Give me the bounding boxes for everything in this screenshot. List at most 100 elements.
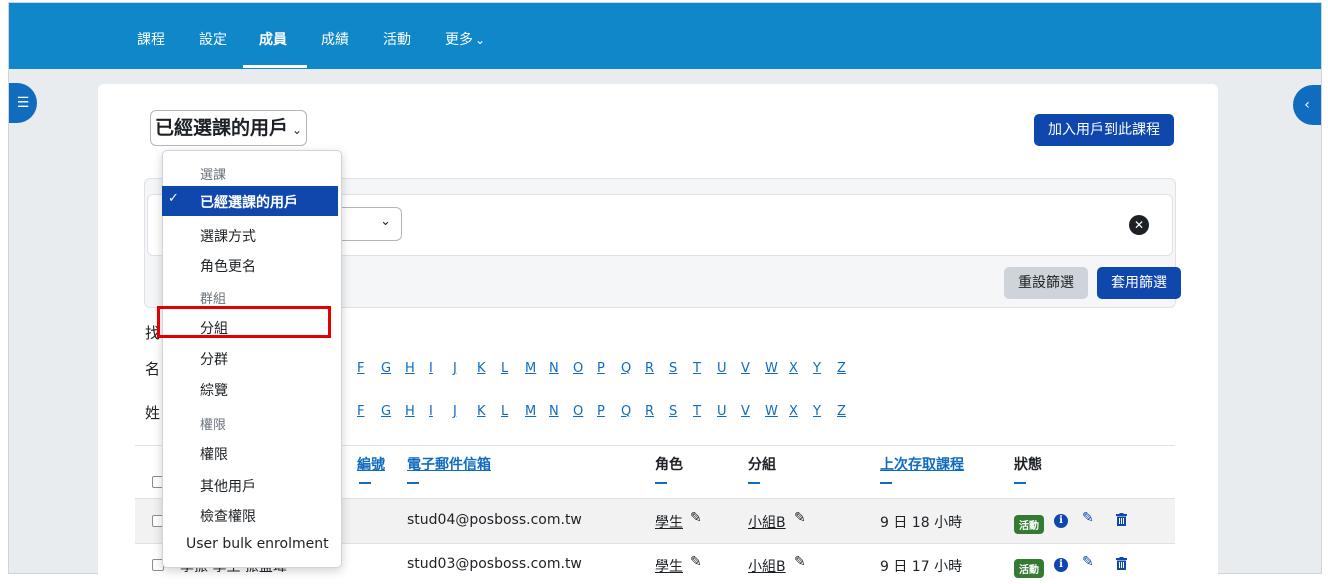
lastname-letter-o[interactable]: O — [573, 404, 583, 419]
lastname-letter-i[interactable]: I — [429, 404, 433, 419]
row-role[interactable]: 學生 — [655, 556, 683, 576]
column-collapse-role[interactable] — [655, 482, 667, 484]
firstname-letter-o[interactable]: O — [573, 361, 583, 376]
dropdown-item-enrolled-users[interactable]: ✓ 已經選課的用戶 — [162, 186, 338, 216]
dropdown-item-check-permissions[interactable]: 檢查權限 — [200, 506, 256, 526]
lastname-letter-k[interactable]: K — [477, 404, 486, 419]
page-select-value: 已經選課的用戶 — [155, 117, 289, 139]
course-index-toggle[interactable]: ☰ — [9, 83, 37, 123]
column-collapse-lastaccess[interactable] — [880, 482, 892, 484]
lastname-letter-h[interactable]: H — [405, 404, 415, 419]
lastname-letter-z[interactable]: Z — [837, 404, 846, 419]
column-collapse-status[interactable] — [1014, 482, 1026, 484]
tab-more-label: 更多 — [445, 32, 473, 48]
remove-filter-icon[interactable]: ✕ — [1129, 215, 1149, 235]
tab-grades[interactable]: 成績 — [321, 29, 349, 49]
lastname-letter-w[interactable]: W — [765, 404, 778, 419]
dropdown-section-enrolments: 選課 — [200, 168, 227, 183]
row-email: stud04@posboss.com.tw — [407, 512, 582, 528]
secondary-navigation: 課程 設定 成員 成績 活動 更多 ⌄ — [9, 3, 1321, 69]
dropdown-item-enrolment-methods[interactable]: 選課方式 — [200, 226, 256, 246]
column-collapse-email[interactable] — [407, 482, 419, 484]
dropdown-item-permissions[interactable]: 權限 — [200, 444, 228, 464]
firstname-letter-k[interactable]: K — [477, 361, 486, 376]
lastname-letter-x[interactable]: X — [789, 404, 798, 419]
lastname-letter-q[interactable]: Q — [621, 404, 631, 419]
dropdown-item-user-bulk-enrolment[interactable]: User bulk enrolment — [186, 536, 329, 552]
row-lastaccess: 9 日 17 小時 — [880, 559, 963, 575]
edit-group-icon[interactable]: ✎ — [794, 510, 806, 526]
lastname-letter-g[interactable]: G — [381, 404, 391, 419]
edit-group-icon[interactable]: ✎ — [794, 554, 806, 570]
firstname-letter-g[interactable]: G — [381, 361, 391, 376]
lastname-letter-j[interactable]: J — [453, 404, 457, 419]
row-email: stud03@posboss.com.tw — [407, 556, 582, 572]
info-icon[interactable]: i — [1054, 558, 1068, 572]
row-group[interactable]: 小組B — [748, 512, 786, 532]
tab-more[interactable]: 更多 ⌄ — [445, 29, 485, 49]
lastname-initial-label: 姓 — [145, 404, 161, 422]
edit-enrolment-icon[interactable]: ✎ — [1082, 554, 1094, 570]
firstname-letter-h[interactable]: H — [405, 361, 415, 376]
column-header-lastaccess[interactable]: 上次存取課程 — [880, 454, 964, 474]
column-header-email[interactable]: 電子郵件信箱 — [407, 454, 491, 474]
firstname-letter-w[interactable]: W — [765, 361, 778, 376]
trash-icon[interactable] — [1116, 513, 1127, 526]
dropdown-section-permissions: 權限 — [200, 418, 227, 433]
dropdown-item-role-renaming[interactable]: 角色更名 — [200, 256, 256, 276]
enrol-users-button[interactable]: 加入用戶到此課程 — [1034, 114, 1174, 146]
dropdown-item-groupings[interactable]: 分群 — [200, 349, 228, 369]
chevron-left-icon: ‹ — [1304, 97, 1310, 113]
lastname-letter-n[interactable]: N — [549, 404, 559, 419]
tab-activities[interactable]: 活動 — [383, 29, 411, 49]
lastname-letter-v[interactable]: V — [741, 404, 750, 419]
lastname-letter-l[interactable]: L — [501, 404, 508, 419]
firstname-letter-v[interactable]: V — [741, 361, 750, 376]
row-role[interactable]: 學生 — [655, 512, 683, 532]
firstname-letter-m[interactable]: M — [525, 361, 536, 376]
firstname-letter-r[interactable]: R — [645, 361, 654, 376]
firstname-letter-z[interactable]: Z — [837, 361, 846, 376]
edit-role-icon[interactable]: ✎ — [690, 554, 702, 570]
row-group[interactable]: 小組B — [748, 556, 786, 576]
firstname-letter-u[interactable]: U — [717, 361, 727, 376]
firstname-letter-s[interactable]: S — [669, 361, 677, 376]
active-tab-indicator — [243, 65, 307, 68]
reset-filters-button[interactable]: 重設篩選 — [1004, 267, 1088, 299]
column-header-id[interactable]: 編號 — [357, 454, 385, 474]
firstname-letter-l[interactable]: L — [501, 361, 508, 376]
tab-settings[interactable]: 設定 — [199, 29, 227, 49]
participants-page-select[interactable]: 已經選課的用戶 ⌄ — [150, 110, 308, 146]
block-drawer-toggle[interactable]: ‹ — [1293, 85, 1321, 125]
firstname-letter-f[interactable]: F — [357, 361, 364, 376]
firstname-letter-p[interactable]: P — [597, 361, 605, 376]
lastname-letter-m[interactable]: M — [525, 404, 536, 419]
trash-icon[interactable] — [1116, 557, 1127, 570]
firstname-letter-n[interactable]: N — [549, 361, 559, 376]
firstname-letter-x[interactable]: X — [789, 361, 798, 376]
firstname-letter-i[interactable]: I — [429, 361, 433, 376]
firstname-letter-j[interactable]: J — [453, 361, 457, 376]
lastname-letter-p[interactable]: P — [597, 404, 605, 419]
apply-filters-button[interactable]: 套用篩選 — [1097, 267, 1181, 299]
row-lastaccess: 9 日 18 小時 — [880, 515, 963, 531]
edit-enrolment-icon[interactable]: ✎ — [1082, 510, 1094, 526]
dropdown-item-other-users[interactable]: 其他用戶 — [200, 476, 256, 496]
tab-participants[interactable]: 成員 — [259, 29, 287, 49]
lastname-letter-t[interactable]: T — [693, 404, 701, 419]
lastname-letter-u[interactable]: U — [717, 404, 727, 419]
column-collapse-groups[interactable] — [748, 482, 760, 484]
firstname-letter-t[interactable]: T — [693, 361, 701, 376]
lastname-letter-f[interactable]: F — [357, 404, 364, 419]
info-icon[interactable]: i — [1054, 514, 1068, 528]
firstname-letter-y[interactable]: Y — [813, 361, 821, 376]
tab-course[interactable]: 課程 — [137, 29, 165, 49]
lastname-letter-r[interactable]: R — [645, 404, 654, 419]
firstname-letter-q[interactable]: Q — [621, 361, 631, 376]
column-collapse-id[interactable] — [359, 482, 371, 484]
lastname-letter-s[interactable]: S — [669, 404, 677, 419]
lastname-letter-y[interactable]: Y — [813, 404, 821, 419]
edit-role-icon[interactable]: ✎ — [690, 510, 702, 526]
dropdown-item-overview[interactable]: 綜覽 — [200, 380, 228, 400]
chevron-down-icon: ⌄ — [475, 33, 486, 47]
